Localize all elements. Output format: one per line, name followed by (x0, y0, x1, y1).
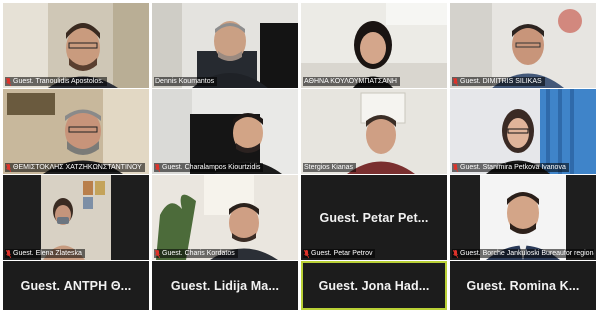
participant-tile[interactable]: Guest. Borche Jankuloski Bureaufor regio… (450, 175, 596, 260)
participant-name: Stergios Kianas (304, 164, 354, 171)
participant-name-label: Guest. Elena Zlateska (5, 249, 85, 258)
participant-display-name: Guest. Lidija Ma... (170, 278, 280, 293)
participant-video (3, 89, 149, 174)
muted-mic-icon (155, 249, 160, 258)
muted-mic-icon (155, 163, 160, 172)
participant-display-name: Guest. Romina K... (466, 278, 580, 293)
participant-video (301, 3, 447, 88)
participant-tile[interactable]: ΘΕΜΙΣΤΟΚΛΗΣ ΧΑΤΖΗΚΩΝΣΤΑΝΤΙΝΟΥ (3, 89, 149, 174)
participant-name-label: Dennis Koumantos (154, 77, 218, 86)
participant-name: ΘΕΜΙΣΤΟΚΛΗΣ ΧΑΤΖΗΚΩΝΣΤΑΝΤΙΝΟΥ (13, 164, 142, 171)
participant-name-label: Stergios Kianas (303, 163, 357, 172)
participant-name-label: Guest. Petar Petrov (303, 249, 376, 258)
participant-tile[interactable]: Guest. Elena Zlateska (3, 175, 149, 260)
participant-name: Guest. Borche Jankuloski Bureaufor regio… (460, 250, 594, 257)
participant-name: Guest. Petar Petrov (311, 250, 373, 257)
participant-name-label: ΑΘΗΝΑ ΚΟΥΛΟΥΜΠΑΤΣΑΝΗ (303, 77, 400, 86)
participant-name-label: Guest. Charis Kordatos (154, 249, 238, 258)
muted-mic-icon (304, 249, 309, 258)
participant-name-label: Guest. Tranoulidis Apostolos. (5, 77, 107, 86)
participant-name-label: Guest. Stanimira Petkova Ivanova (452, 163, 569, 172)
participant-tile[interactable]: Guest. Charalampos Kiourtzidis (152, 89, 298, 174)
participant-tile[interactable]: Guest. DIMITRIS SILIKAS (450, 3, 596, 88)
participant-tile[interactable]: Guest. Petar Pet... Guest. Petar Petrov (301, 175, 447, 260)
muted-mic-icon (6, 249, 11, 258)
participant-display-name: Guest. Jona Had... (318, 278, 430, 293)
participant-name-label: Guest. Charalampos Kiourtzidis (154, 163, 264, 172)
participant-display-name: Guest. ΑΝΤΡΗ Θ... (20, 278, 132, 293)
participant-name: Guest. Charis Kordatos (162, 250, 235, 257)
muted-mic-icon (453, 77, 458, 86)
participant-tile[interactable]: Guest. Stanimira Petkova Ivanova (450, 89, 596, 174)
participant-grid: Guest. Tranoulidis Apostolos. Dennis Kou… (3, 3, 596, 319)
participant-tile[interactable]: ΑΘΗΝΑ ΚΟΥΛΟΥΜΠΑΤΣΑΝΗ (301, 3, 447, 88)
muted-mic-icon (453, 249, 458, 258)
participant-name: Guest. Charalampos Kiourtzidis (162, 164, 261, 171)
participant-video (152, 89, 298, 174)
participant-tile[interactable]: Guest. Charis Kordatos (152, 175, 298, 260)
participant-name: Guest. Tranoulidis Apostolos. (13, 78, 104, 85)
participant-video (450, 89, 596, 174)
muted-mic-icon (6, 163, 11, 172)
participant-tile[interactable]: Stergios Kianas (301, 89, 447, 174)
participant-video (450, 175, 596, 260)
participant-video (450, 3, 596, 88)
muted-mic-icon (6, 77, 11, 86)
participant-name: Guest. Elena Zlateska (13, 250, 82, 257)
participant-video (3, 3, 149, 88)
participant-name-label: Guest. DIMITRIS SILIKAS (452, 77, 545, 86)
participant-video (152, 175, 298, 260)
participant-display-name: Guest. Petar Pet... (319, 210, 429, 225)
participant-name: ΑΘΗΝΑ ΚΟΥΛΟΥΜΠΑΤΣΑΝΗ (304, 78, 397, 85)
participant-video (301, 89, 447, 174)
participant-tile[interactable]: Guest. Lidija Ma... (152, 261, 298, 310)
participant-name: Guest. Stanimira Petkova Ivanova (460, 164, 566, 171)
participant-tile-active-speaker[interactable]: Guest. Jona Had... (301, 261, 447, 310)
participant-video (152, 3, 298, 88)
participant-tile[interactable]: Dennis Koumantos (152, 3, 298, 88)
participant-tile[interactable]: Guest. Romina K... (450, 261, 596, 310)
muted-mic-icon (453, 163, 458, 172)
participant-name-label: Guest. Borche Jankuloski Bureaufor regio… (452, 249, 594, 258)
participant-name: Guest. DIMITRIS SILIKAS (460, 78, 542, 85)
participant-name: Dennis Koumantos (155, 78, 215, 85)
participant-tile[interactable]: Guest. Tranoulidis Apostolos. (3, 3, 149, 88)
participant-tile[interactable]: Guest. ΑΝΤΡΗ Θ... (3, 261, 149, 310)
participant-video (3, 175, 149, 260)
participant-name-label: ΘΕΜΙΣΤΟΚΛΗΣ ΧΑΤΖΗΚΩΝΣΤΑΝΤΙΝΟΥ (5, 163, 145, 172)
